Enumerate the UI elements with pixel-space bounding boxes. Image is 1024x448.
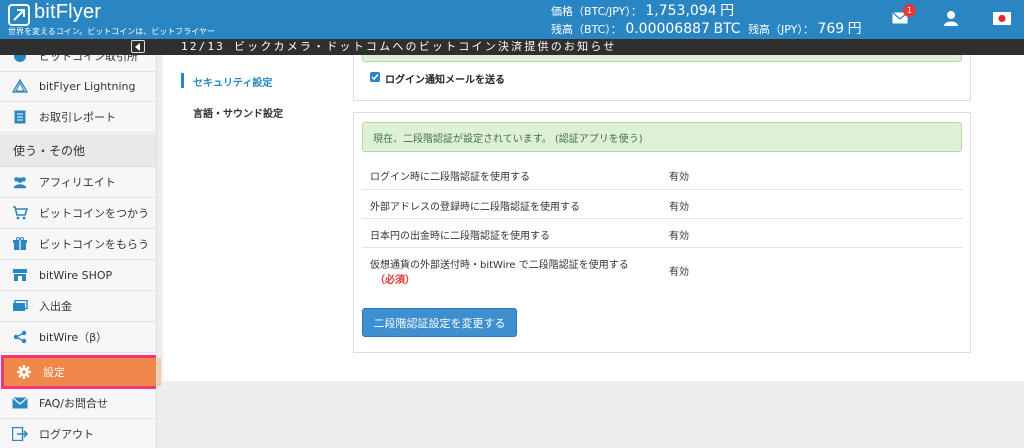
sidebar-item-deposit[interactable]: 入出金 [0, 291, 156, 322]
notification-badge: 1 [903, 4, 916, 17]
jpy-balance-value: 769 [817, 21, 845, 37]
caret-left-icon [135, 42, 140, 51]
table-row: ログイン時に二段階認証を使用する 有効 [362, 160, 963, 190]
sidebar-item-label: ビットコインをつかう [39, 207, 149, 220]
sidebar-item-logout[interactable]: ログアウト [0, 419, 156, 448]
sidebar-item-label: bitWire SHOP [39, 268, 113, 282]
mail-icon [12, 395, 28, 411]
logo-text[interactable]: bitFlyer [34, 1, 101, 24]
two-factor-status: 現在、二段階認証が設定されています。 (認証アプリを使う) [362, 122, 962, 152]
sidebar-item-exchange[interactable]: ビットコイン取引所 [0, 55, 156, 72]
affiliate-icon [12, 174, 28, 190]
sidebar-item-get-bitcoin[interactable]: ビットコインをもらう [0, 229, 156, 260]
row-label: 仮想通貨の外部送付時・bitWire で二段階認証を使用する [370, 260, 629, 271]
exchange-icon [12, 55, 28, 64]
top-green-box [362, 55, 962, 62]
sidebar-item-label: bitWire（β） [39, 331, 108, 344]
price-value: 1,753,094 [645, 3, 717, 19]
table-row: 日本円の出金時に二段階認証を使用する 有効 [362, 219, 963, 248]
sidebar-item-affiliate[interactable]: アフィリエイト [0, 167, 156, 198]
btc-balance-value: 0.00006887 [625, 21, 710, 37]
sidebar-item-bitwire[interactable]: bitWire（β） [0, 322, 156, 353]
cart-icon [12, 205, 28, 221]
sidebar-item-label: ビットコインをもらう [39, 238, 149, 251]
row-label: ログイン時に二段階認証を使用する [370, 172, 530, 183]
balance-row: 残高（BTC）： 0.00006887 BTC 残高（JPY）： 769 円 [551, 18, 862, 38]
btc-unit: BTC [713, 21, 741, 37]
tagline: 世界を変えるコイン。ビットコインは、ビットフライヤー [8, 27, 216, 36]
sidebar-item-bitwire-shop[interactable]: bitWire SHOP [0, 260, 156, 291]
price-row: 価格（BTC/JPY）： 1,753,094 円 [551, 0, 734, 20]
gift-icon [12, 236, 28, 252]
sidebar-item-label: 入出金 [39, 300, 72, 313]
price-unit: 円 [720, 3, 735, 19]
row-value: 有効 [669, 172, 689, 183]
table-row: 外部アドレスの登録時に二段階認証を使用する 有効 [362, 190, 963, 219]
subnav-security[interactable]: セキュリティ設定 [193, 74, 272, 89]
jpy-unit: 円 [847, 21, 862, 37]
sidebar-item-settings[interactable]: 設定 [1, 355, 156, 389]
row-value: 有効 [669, 231, 689, 242]
sidebar-section-heading: 使う・その他 [0, 134, 156, 167]
content-footer-area [163, 381, 1024, 448]
sidebar-item-use-bitcoin[interactable]: ビットコインをつかう [0, 198, 156, 229]
shop-icon [12, 267, 28, 283]
btc-balance-label: 残高（BTC）： [551, 23, 622, 36]
subnav-active-bar [181, 73, 184, 88]
sidebar-item-label: bitFlyer Lightning [39, 79, 136, 93]
gear-icon [16, 364, 32, 380]
subnav-language[interactable]: 言語・サウンド設定 [193, 105, 283, 120]
sidebar: ビットコイン取引所 bitFlyer Lightning お取引レポート 使う・… [0, 55, 157, 448]
login-notify-label[interactable]: ログイン通知メールを送る [385, 71, 505, 86]
sidebar-item-faq[interactable]: FAQ/お問合せ [0, 388, 156, 419]
row-label: 外部アドレスの登録時に二段階認証を使用する [370, 202, 580, 213]
sidebar-item-label: お取引レポート [39, 111, 116, 124]
row-value: 有効 [669, 202, 689, 213]
sidebar-item-label: ログアウト [39, 428, 94, 441]
sidebar-item-lightning[interactable]: bitFlyer Lightning [0, 71, 156, 102]
row-value: 有効 [669, 267, 689, 278]
row-label: 日本円の出金時に二段階認証を使用する [370, 231, 550, 242]
sidebar-item-label: FAQ/お問合せ [39, 397, 109, 410]
logout-icon [12, 426, 28, 442]
top-header: bitFlyer 世界を変えるコイン。ビットコインは、ビットフライヤー 価格（B… [0, 0, 1024, 39]
sidebar-item-report[interactable]: お取引レポート [0, 102, 156, 133]
news-ticker: 12/13 ビックカメラ・ドットコムへのビットコイン決済提供のお知らせ [0, 39, 1024, 55]
japan-flag-icon[interactable] [990, 6, 1014, 30]
change-two-factor-button[interactable]: 二段階認証設定を変更する [362, 308, 517, 337]
jpy-balance-label: 残高（JPY）： [748, 23, 814, 36]
table-row: 仮想通貨の外部送付時・bitWire で二段階認証を使用する （必須） 有効 [362, 248, 963, 290]
sidebar-item-label: 設定 [43, 366, 65, 379]
report-icon [12, 109, 28, 125]
lightning-triangle-icon [12, 78, 28, 94]
ticker-toggle-button[interactable] [131, 40, 145, 53]
active-indicator [157, 358, 161, 386]
ticker-text[interactable]: 12/13 ビックカメラ・ドットコムへのビットコイン決済提供のお知らせ [181, 39, 617, 55]
deposit-icon [12, 298, 28, 314]
share-icon [12, 329, 28, 345]
sidebar-item-label: アフィリエイト [39, 176, 116, 189]
required-note: （必須） [375, 275, 415, 286]
user-icon[interactable] [939, 6, 963, 30]
login-notify-checkbox[interactable] [370, 72, 380, 82]
sidebar-item-label: ビットコイン取引所 [39, 55, 138, 63]
price-label: 価格（BTC/JPY）： [551, 5, 642, 18]
bitflyer-logo-icon[interactable] [8, 4, 30, 26]
